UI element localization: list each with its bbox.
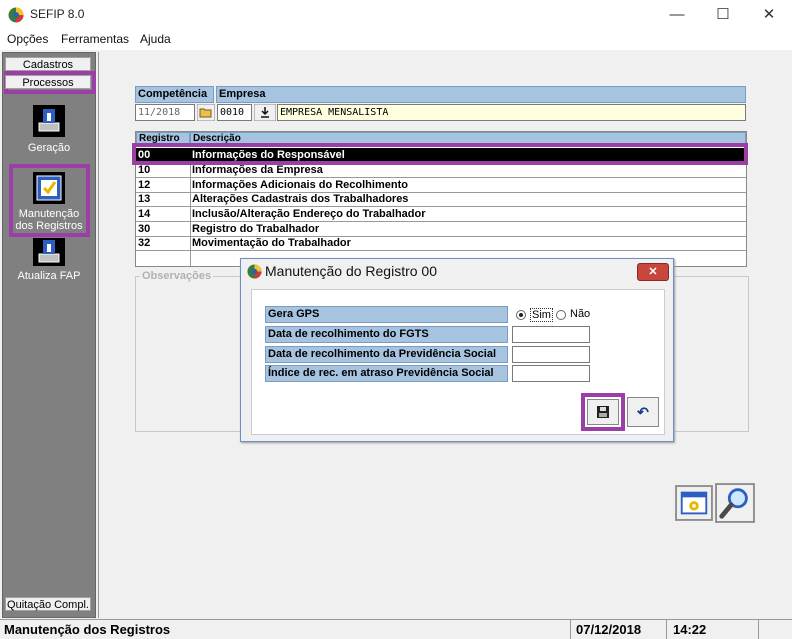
window-title: SEFIP 8.0: [30, 7, 85, 21]
fgts-date-input[interactable]: [512, 326, 590, 343]
status-separator: [570, 620, 571, 639]
empresa-header: Empresa: [216, 86, 746, 103]
gera-gps-nao-radio[interactable]: [556, 310, 566, 320]
empresa-name-field: EMPRESA MENSALISTA: [277, 104, 746, 121]
competencia-header: Competência: [135, 86, 214, 103]
row-description: Inclusão/Alteração Endereço do Trabalhad…: [192, 208, 426, 220]
close-window-button[interactable]: ✕: [746, 0, 792, 30]
gera-gps-sim-label[interactable]: Sim: [530, 308, 553, 322]
quitacao-button[interactable]: Quitação Compl.: [5, 597, 91, 611]
row-description: Alterações Cadastrais dos Trabalhadores: [192, 193, 409, 205]
row-description: Informações Adicionais do Recolhimento: [192, 179, 408, 191]
status-text: Manutenção dos Registros: [4, 622, 171, 637]
generation-label: Geração: [27, 142, 71, 154]
row-code: 12: [138, 179, 151, 191]
menu-ferramentas[interactable]: Ferramentas: [61, 32, 129, 46]
row-code: 14: [138, 208, 151, 220]
gera-gps-label: Gera GPS: [265, 306, 508, 323]
status-separator: [758, 620, 759, 639]
status-date: 07/12/2018: [576, 622, 642, 637]
settings-calendar-icon[interactable]: [675, 485, 713, 521]
menu-ajuda[interactable]: Ajuda: [140, 32, 171, 46]
row-code: 32: [138, 237, 151, 249]
open-folder-icon[interactable]: [197, 104, 215, 121]
save-floppy-icon[interactable]: [587, 399, 619, 425]
empty-row-divider: [190, 251, 191, 266]
menu-opcoes[interactable]: Opções: [7, 32, 48, 46]
update-fap-label: Atualiza FAP: [17, 270, 81, 282]
sefip-logo-icon: [247, 264, 262, 279]
row-code: 30: [138, 223, 151, 235]
selected-row-highlight: [132, 143, 748, 165]
undo-button[interactable]: ↶: [627, 397, 659, 427]
sefip-logo-icon: [8, 7, 24, 23]
maintenance-label-line2: dos Registros: [15, 220, 83, 232]
maximize-button[interactable]: ☐: [700, 0, 746, 30]
gera-gps-sim-radio[interactable]: [516, 310, 526, 320]
table-row[interactable]: 14 Inclusão/Alteração Endereço do Trabal…: [136, 207, 746, 222]
status-time: 14:22: [673, 622, 707, 637]
row-code: 13: [138, 193, 151, 205]
maintenance-icon[interactable]: [33, 172, 65, 204]
previdencia-date-label: Data de recolhimento da Previdência Soci…: [265, 346, 508, 363]
table-row[interactable]: 32 Movimentação do Trabalhador: [136, 236, 746, 251]
generation-icon[interactable]: [33, 105, 65, 137]
dialog-close-button[interactable]: ✕: [637, 263, 669, 281]
empresa-code-field[interactable]: 0010: [217, 104, 252, 121]
fgts-date-label: Data de recolhimento do FGTS: [265, 326, 508, 343]
row-description: Informações da Empresa: [192, 164, 323, 176]
table-row[interactable]: 30 Registro do Trabalhador: [136, 222, 746, 237]
gera-gps-nao-label[interactable]: Não: [570, 308, 590, 320]
download-arrow-icon[interactable]: [254, 104, 276, 121]
row-code: 10: [138, 164, 151, 176]
maintenance-dialog: Manutenção do Registro 00 ✕ Gera GPS Sim…: [240, 258, 674, 442]
row-description: Registro do Trabalhador: [192, 223, 320, 235]
indice-atraso-input[interactable]: [512, 365, 590, 382]
dialog-title: Manutenção do Registro 00: [265, 263, 437, 279]
table-row[interactable]: 10 Informações da Empresa: [136, 163, 746, 178]
table-row[interactable]: 12 Informações Adicionais do Recolhiment…: [136, 178, 746, 193]
indice-atraso-label: Índice de rec. em atraso Previdência Soc…: [265, 365, 508, 382]
update-fap-icon[interactable]: [33, 238, 65, 266]
processos-button[interactable]: Processos: [5, 75, 91, 89]
previdencia-date-input[interactable]: [512, 346, 590, 363]
dialog-body: Gera GPS Sim Não Data de recolhimento do…: [251, 289, 665, 435]
observacoes-label: Observações: [140, 270, 214, 282]
maintenance-label-line1: Manutenção: [18, 208, 80, 220]
status-separator: [666, 620, 667, 639]
cadastros-button[interactable]: Cadastros: [5, 57, 91, 71]
sefip-window: SEFIP 8.0 — ☐ ✕ Opções Ferramentas Ajuda…: [0, 0, 792, 639]
row-description: Movimentação do Trabalhador: [192, 237, 351, 249]
minimize-button[interactable]: —: [654, 0, 700, 30]
table-row[interactable]: 13 Alterações Cadastrais dos Trabalhador…: [136, 192, 746, 207]
search-magnifier-icon[interactable]: [715, 483, 755, 523]
competencia-field[interactable]: 11/2018: [135, 104, 195, 121]
